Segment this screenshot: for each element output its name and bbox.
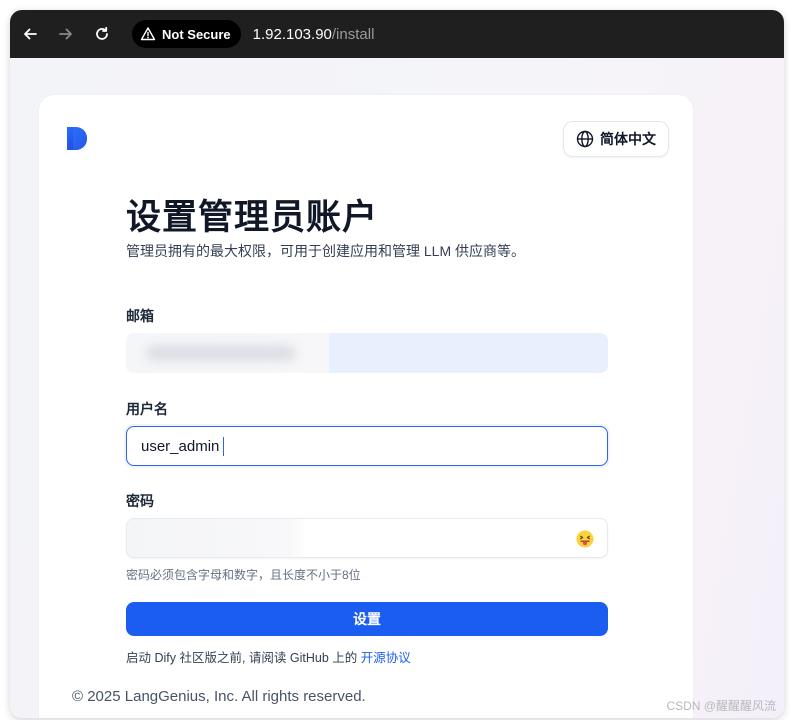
email-field[interactable]	[126, 333, 608, 373]
reload-icon	[96, 26, 108, 40]
back-arrow-icon	[24, 28, 37, 40]
dify-logo-icon	[67, 127, 87, 150]
language-label: 简体中文	[600, 131, 656, 147]
username-field[interactable]	[126, 426, 608, 466]
globe-icon	[576, 130, 594, 148]
email-label: 邮箱	[126, 308, 154, 324]
browser-toolbar: Not Secure 1.92.103.90 /install	[10, 10, 784, 58]
email-redaction	[126, 333, 329, 373]
address-bar[interactable]: 1.92.103.90 /install	[253, 26, 375, 43]
notice-text: 启动 Dify 社区版之前, 请阅读 GitHub 上的	[126, 651, 358, 665]
url-path: /install	[331, 25, 375, 43]
password-field[interactable]	[126, 518, 608, 558]
url-host: 1.92.103.90	[252, 25, 332, 43]
submit-label: 设置	[353, 611, 381, 627]
password-redaction	[127, 519, 307, 557]
csdn-watermark: CSDN @醒醒醒风流	[666, 699, 776, 713]
text-caret	[223, 437, 224, 456]
security-indicator[interactable]: Not Secure	[132, 20, 241, 48]
language-select[interactable]: 简体中文	[563, 121, 669, 157]
license-link[interactable]: 开源协议	[361, 651, 411, 665]
back-button[interactable]	[14, 18, 46, 50]
password-label: 密码	[126, 493, 154, 509]
username-input[interactable]	[127, 427, 607, 465]
warning-icon	[140, 27, 156, 41]
page-title: 设置管理员账户	[126, 198, 379, 237]
forward-button[interactable]	[50, 18, 82, 50]
tongue-emoji-icon[interactable]	[575, 529, 595, 549]
install-card: 简体中文 设置管理员账户 管理员拥有的最大权限，可用于创建应用和管理 LLM 供…	[38, 94, 694, 718]
submit-button[interactable]: 设置	[126, 602, 608, 636]
license-notice: 启动 Dify 社区版之前, 请阅读 GitHub 上的 开源协议	[126, 647, 411, 666]
password-hint: 密码必须包含字母和数字，且长度不小于8位	[126, 568, 361, 582]
page-content: 简体中文 设置管理员账户 管理员拥有的最大权限，可用于创建应用和管理 LLM 供…	[10, 58, 784, 718]
browser-window: Not Secure 1.92.103.90 /install 简体中文 设置管…	[10, 10, 784, 718]
copyright-text: © 2025 LangGenius, Inc. All rights reser…	[72, 688, 366, 705]
reload-button[interactable]	[86, 18, 118, 50]
forward-arrow-icon	[59, 28, 72, 40]
page-subtitle: 管理员拥有的最大权限，可用于创建应用和管理 LLM 供应商等。	[126, 243, 526, 259]
username-label: 用户名	[126, 401, 168, 417]
security-label: Not Secure	[162, 26, 231, 42]
email-blur	[146, 345, 296, 361]
